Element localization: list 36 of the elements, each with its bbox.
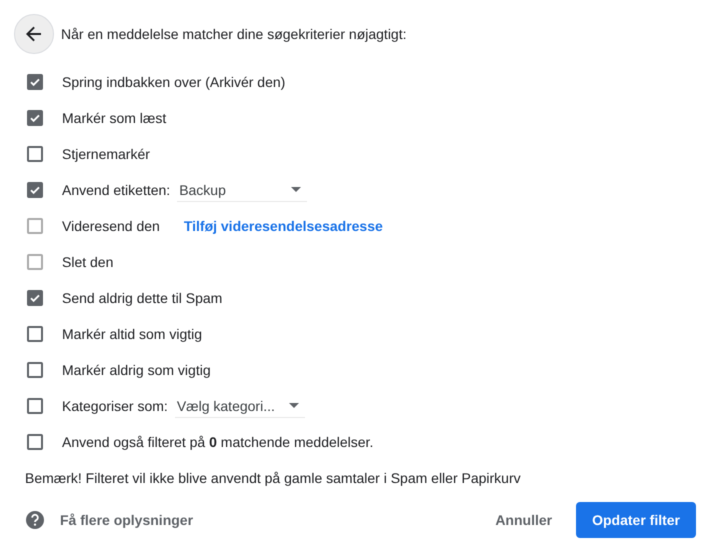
- option-label: Anvend også filteret på 0 matchende meddelelser.: [62, 434, 374, 450]
- checkbox[interactable]: [27, 74, 43, 90]
- checkmark-icon: [29, 292, 41, 304]
- option-label: Slet den: [62, 254, 114, 270]
- dropdown[interactable]: Vælg kategori...: [174, 394, 305, 418]
- caret-icon: [291, 187, 302, 192]
- checkbox[interactable]: [27, 362, 43, 378]
- option-label: Markér som læst: [62, 110, 166, 126]
- back-arrow-icon: [26, 26, 42, 42]
- help-link[interactable]: Få flere oplysninger: [60, 512, 194, 528]
- option-label: Anvend etiketten:: [62, 182, 170, 198]
- checkbox[interactable]: [27, 290, 43, 306]
- option-label: Send aldrig dette til Spam: [62, 290, 222, 306]
- note-text: Bemærk! Filteret vil ikke blive anvendt på gamle samtaler i Spam eller Papirkurv: [24, 470, 522, 486]
- checkbox[interactable]: [27, 110, 43, 126]
- option-label: Markér altid som vigtig: [62, 326, 202, 342]
- checkmark-icon: [29, 184, 41, 196]
- checkbox[interactable]: [27, 434, 43, 450]
- dropdown[interactable]: Backup: [177, 178, 308, 202]
- option-label: Videresend den: [62, 218, 160, 234]
- checkbox[interactable]: [27, 146, 43, 162]
- checkbox[interactable]: [27, 182, 43, 198]
- caret-icon: [288, 403, 299, 408]
- cancel-button[interactable]: Annuller: [481, 502, 566, 538]
- update-filter-button[interactable]: Opdater filter: [576, 502, 696, 538]
- back-button[interactable]: [14, 14, 54, 54]
- checkmark-icon: [29, 76, 41, 88]
- checkbox[interactable]: [27, 326, 43, 342]
- checkbox[interactable]: [27, 398, 43, 414]
- help-icon[interactable]: [25, 510, 45, 530]
- option-label: Kategoriser som:: [62, 398, 168, 414]
- checkmark-icon: [29, 112, 41, 124]
- option-label: Spring indbakken over (Arkivér den): [62, 74, 286, 90]
- option-label: Markér aldrig som vigtig: [62, 362, 211, 378]
- option-label: Stjernemarkér: [62, 146, 150, 162]
- criteria-heading: Når en meddelelse matcher dine søgekriterier nøjagtigt:: [61, 26, 406, 42]
